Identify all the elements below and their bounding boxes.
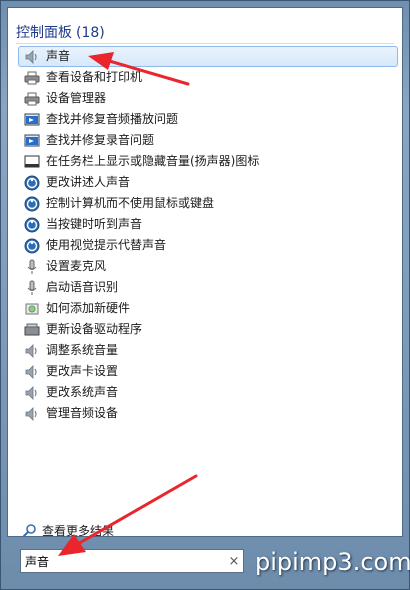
result-item-label: 查找并修复音频播放问题 (46, 112, 179, 126)
result-item-label: 如何添加新硬件 (46, 301, 131, 315)
result-item[interactable]: 调整系统音量 (18, 340, 398, 361)
ease-of-access-icon (24, 217, 40, 233)
start-menu-panel: 控制面板 (18) 声音查看设备和打印机 设备管理器查找并修复音频播放问题 查找并修复… (0, 0, 410, 590)
printer-icon (24, 91, 40, 107)
result-item-label: 查找并修复录音问题 (46, 133, 155, 147)
troubleshoot-icon (24, 112, 40, 128)
result-item[interactable]: 设置麦克风 (18, 256, 398, 277)
result-item[interactable]: 查看设备和打印机 (18, 67, 398, 88)
search-icon (22, 523, 38, 539)
result-item[interactable]: 使用视觉提示代替声音 (18, 235, 398, 256)
hardware-icon (24, 301, 40, 317)
result-item[interactable]: 设备管理器 (18, 88, 398, 109)
microphone-icon (24, 280, 40, 296)
result-item[interactable]: 如何添加新硬件 (18, 298, 398, 319)
result-item-label: 启动语音识别 (46, 280, 119, 294)
troubleshoot-icon (24, 133, 40, 149)
result-item[interactable]: 控制计算机而不使用鼠标或键盘 (18, 193, 398, 214)
group-divider (16, 43, 394, 44)
group-title: 控制面板 (16, 25, 72, 41)
speaker-icon (24, 343, 40, 359)
result-item-label: 更改讲述人声音 (46, 175, 131, 189)
result-item-label: 管理音频设备 (46, 406, 119, 420)
result-item-label: 查看设备和打印机 (46, 70, 143, 84)
result-item-label: 在任务栏上显示或隐藏音量(扬声器)图标 (46, 154, 260, 168)
microphone-icon (24, 259, 40, 275)
result-item[interactable]: 更改系统声音 (18, 382, 398, 403)
search-box[interactable]: × (20, 549, 244, 573)
result-item-label: 调整系统音量 (46, 343, 119, 357)
result-item[interactable]: 当按键时听到声音 (18, 214, 398, 235)
speaker-icon (24, 364, 40, 380)
result-item-label: 声音 (46, 49, 71, 63)
result-item-label: 使用视觉提示代替声音 (46, 238, 167, 252)
ease-of-access-icon (24, 175, 40, 191)
result-item[interactable]: 更改讲述人声音 (18, 172, 398, 193)
ease-of-access-icon (24, 238, 40, 254)
result-item-label: 设置麦克风 (46, 259, 107, 273)
group-count: (18) (76, 25, 105, 41)
group-header-control-panel[interactable]: 控制面板 (18) (16, 22, 105, 42)
result-item[interactable]: 查找并修复音频播放问题 (18, 109, 398, 130)
speaker-icon (24, 406, 40, 422)
search-input[interactable] (21, 551, 225, 571)
result-item-label: 当按键时听到声音 (46, 217, 143, 231)
see-more-results-link[interactable]: 查看更多结果 (22, 522, 114, 539)
taskbar-icon (24, 154, 40, 170)
result-item[interactable]: 声音 (18, 46, 398, 67)
result-item-label: 控制计算机而不使用鼠标或键盘 (46, 196, 215, 210)
ease-of-access-icon (24, 196, 40, 212)
result-item[interactable]: 在任务栏上显示或隐藏音量(扬声器)图标 (18, 151, 398, 172)
result-item-label: 设备管理器 (46, 91, 107, 105)
result-item[interactable]: 更改声卡设置 (18, 361, 398, 382)
clear-search-button[interactable]: × (225, 554, 243, 569)
result-item[interactable]: 启动语音识别 (18, 277, 398, 298)
speaker-icon (24, 385, 40, 401)
printer-icon (24, 70, 40, 86)
result-item[interactable]: 管理音频设备 (18, 403, 398, 424)
see-more-label: 查看更多结果 (42, 524, 115, 538)
speaker-icon (24, 49, 40, 65)
result-item[interactable]: 更新设备驱动程序 (18, 319, 398, 340)
watermark: pipimp3.com (255, 548, 410, 576)
search-results-pane: 控制面板 (18) 声音查看设备和打印机 设备管理器查找并修复音频播放问题 查找并修复… (7, 7, 403, 539)
result-list: 声音查看设备和打印机 设备管理器查找并修复音频播放问题 查找并修复录音问题在任务栏上… (18, 46, 398, 424)
driver-icon (24, 322, 40, 338)
result-item-label: 更改系统声音 (46, 385, 119, 399)
result-item[interactable]: 查找并修复录音问题 (18, 130, 398, 151)
result-item-label: 更改声卡设置 (46, 364, 119, 378)
result-item-label: 更新设备驱动程序 (46, 322, 143, 336)
